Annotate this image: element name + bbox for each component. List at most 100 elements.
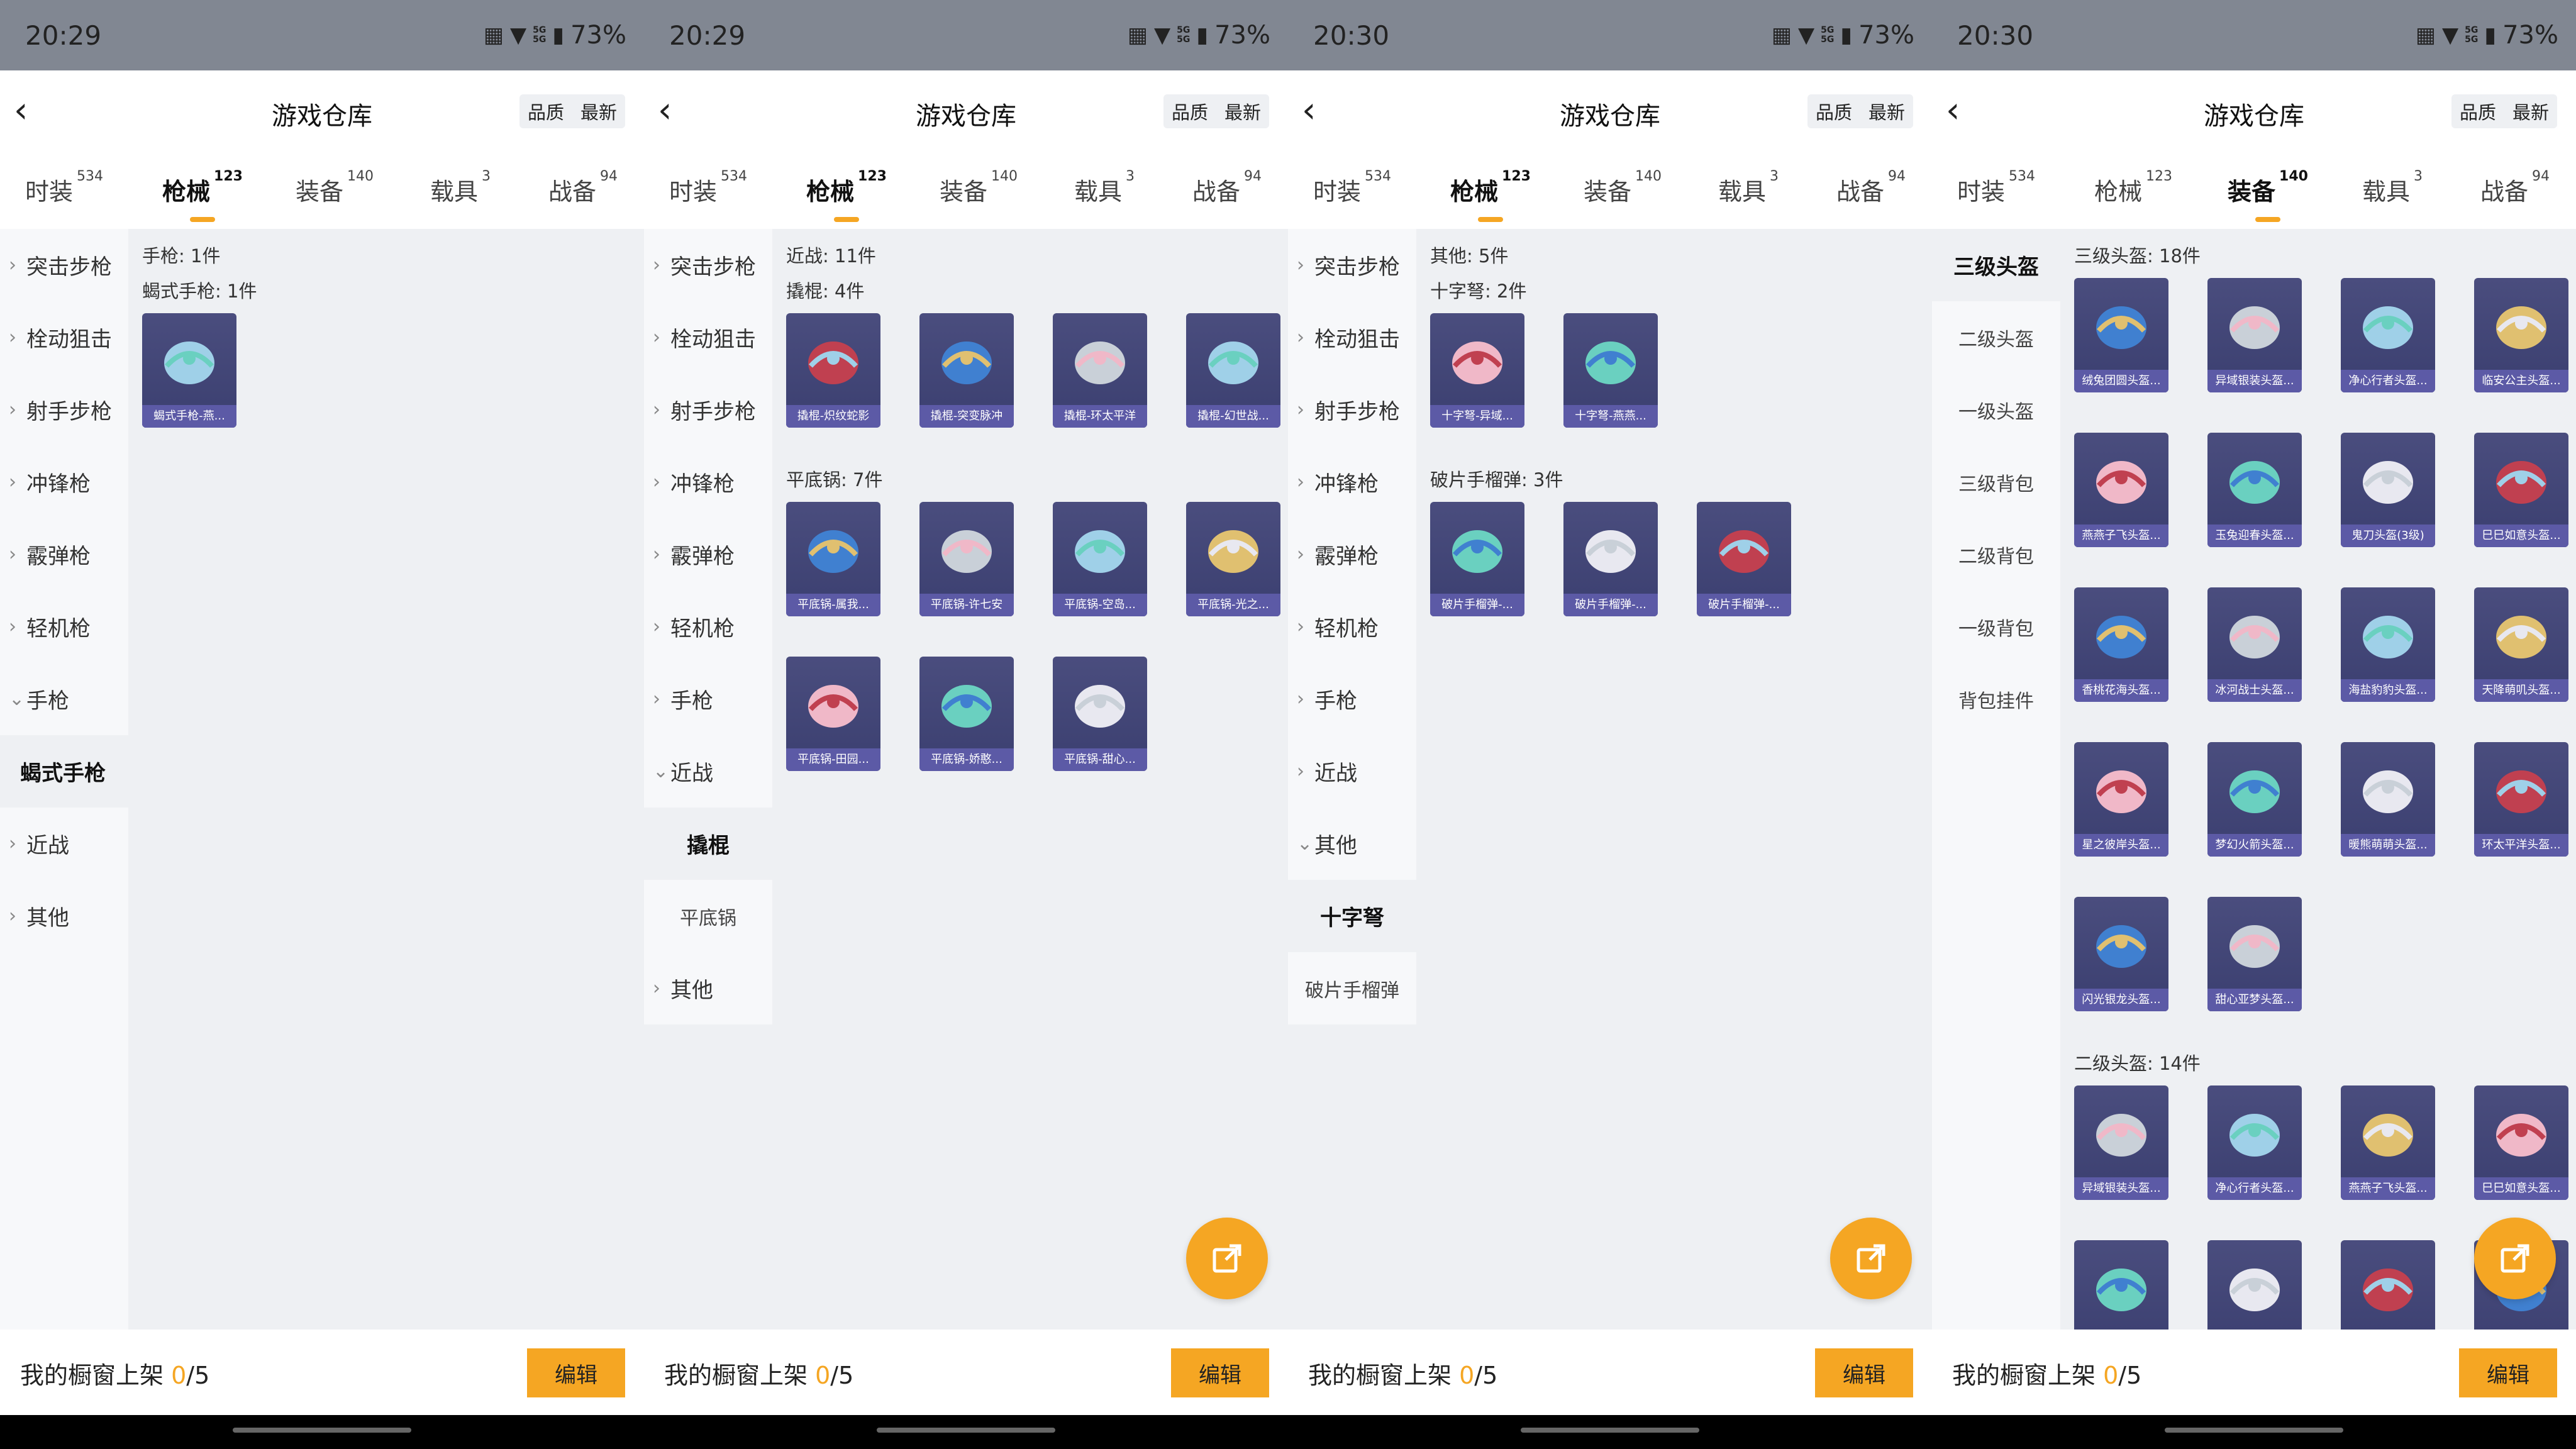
sidebar-item[interactable]: 背包挂件 (1932, 663, 2060, 735)
sidebar-item[interactable]: ⌄ 其他 (1288, 808, 1416, 880)
item-card[interactable]: 临安公主头盔... (2474, 278, 2568, 392)
item-card[interactable]: 天降萌叽头盔... (2474, 587, 2568, 702)
tab-3[interactable]: 载具3 (1074, 169, 1135, 207)
sidebar-item[interactable]: › 射手步枪 (0, 374, 128, 446)
sort-newest-button[interactable]: 最新 (580, 98, 617, 125)
sidebar-item[interactable]: › 冲锋枪 (644, 446, 772, 518)
sidebar-item[interactable]: 三级背包 (1932, 446, 2060, 518)
home-indicator[interactable] (2165, 1428, 2343, 1433)
item-card[interactable]: 甜心亚梦头盔... (2207, 897, 2302, 1011)
home-indicator[interactable] (1521, 1428, 1699, 1433)
sidebar-item[interactable]: › 轻机枪 (644, 591, 772, 663)
sidebar-item[interactable]: 一级头盔 (1932, 374, 2060, 446)
sort-quality-button[interactable]: 品质 (1172, 98, 1208, 125)
item-card[interactable]: 海盐豹豹头盔... (2341, 587, 2435, 702)
tab-1[interactable]: 枪械123 (2094, 169, 2172, 207)
item-card[interactable]: 平底锅-光之... (1186, 502, 1280, 616)
tab-2[interactable]: 装备140 (940, 169, 1018, 207)
sort-toggle[interactable]: 品质 最新 (519, 94, 625, 128)
home-indicator[interactable] (233, 1428, 411, 1433)
item-card[interactable]: 平底锅-属我... (786, 502, 880, 616)
sidebar-item[interactable]: › 霰弹枪 (0, 518, 128, 591)
item-card[interactable]: 星之彼岸头盔... (2074, 742, 2168, 857)
home-indicator[interactable] (877, 1428, 1055, 1433)
sidebar-item[interactable]: › 栓动狙击 (0, 301, 128, 374)
sidebar-item[interactable]: › 突击步枪 (1288, 229, 1416, 301)
sort-toggle[interactable]: 品质 最新 (1807, 94, 1913, 128)
item-card[interactable]: 平底锅-娇憨... (919, 657, 1014, 771)
item-card[interactable]: 破片手榴弹-... (1697, 502, 1791, 616)
item-card[interactable]: 环太平洋头盔... (2474, 742, 2568, 857)
item-card[interactable]: 鬼刀头盔(3级) (2341, 433, 2435, 547)
sidebar-item[interactable]: › 冲锋枪 (1288, 446, 1416, 518)
sidebar-item[interactable]: › 射手步枪 (1288, 374, 1416, 446)
sidebar-item[interactable]: 一级背包 (1932, 591, 2060, 663)
tab-2[interactable]: 装备140 (296, 169, 374, 207)
tab-0[interactable]: 时装534 (1313, 169, 1391, 207)
tab-4[interactable]: 战备94 (1192, 169, 1262, 207)
item-card[interactable]: 冰河战士头盔... (2207, 587, 2302, 702)
sidebar-item[interactable]: 二级头盔 (1932, 301, 2060, 374)
edit-button[interactable]: 编辑 (527, 1348, 625, 1397)
tab-0[interactable]: 时装534 (1957, 169, 2035, 207)
sidebar-item[interactable]: › 霰弹枪 (644, 518, 772, 591)
item-card[interactable]: 平底锅-许七安 (919, 502, 1014, 616)
item-card[interactable]: 巳巳如意头盔... (2474, 1085, 2568, 1200)
sort-quality-button[interactable]: 品质 (528, 98, 564, 125)
sidebar-item[interactable]: › 其他 (0, 880, 128, 952)
edit-button[interactable]: 编辑 (1171, 1348, 1269, 1397)
tab-0[interactable]: 时装534 (25, 169, 103, 207)
edit-button[interactable]: 编辑 (1815, 1348, 1913, 1397)
item-card[interactable]: 平底锅-甜心... (1053, 657, 1147, 771)
sort-newest-button[interactable]: 最新 (1224, 98, 1261, 125)
sidebar-item[interactable]: › 轻机枪 (1288, 591, 1416, 663)
sort-toggle[interactable]: 品质 最新 (2451, 94, 2557, 128)
item-card[interactable]: 梦幻火箭头盔... (2207, 742, 2302, 857)
tab-4[interactable]: 战备94 (548, 169, 618, 207)
tab-0[interactable]: 时装534 (669, 169, 747, 207)
item-card[interactable]: 撬棍-环太平洋 (1053, 313, 1147, 428)
sort-newest-button[interactable]: 最新 (2512, 98, 2549, 125)
sidebar-item[interactable]: › 突击步枪 (0, 229, 128, 301)
sort-quality-button[interactable]: 品质 (2460, 98, 2496, 125)
sidebar-item[interactable]: › 栓动狙击 (644, 301, 772, 374)
tab-4[interactable]: 战备94 (2480, 169, 2550, 207)
item-card[interactable]: 破片手榴弹-... (1563, 502, 1658, 616)
sidebar-item[interactable]: 撬棍 (644, 808, 772, 880)
item-card[interactable]: 十字弩-异域... (1430, 313, 1524, 428)
item-card[interactable]: 玉兔迎春头盔... (2207, 433, 2302, 547)
item-card[interactable]: 巳巳如意头盔... (2474, 433, 2568, 547)
sidebar-item[interactable]: 十字弩 (1288, 880, 1416, 952)
sidebar-item[interactable]: › 栓动狙击 (1288, 301, 1416, 374)
share-button[interactable] (1186, 1218, 1268, 1299)
item-card[interactable]: 闪光银龙头盔... (2074, 897, 2168, 1011)
sidebar-item[interactable]: › 手枪 (1288, 663, 1416, 735)
item-card[interactable]: 燕燕子飞头盔... (2341, 1085, 2435, 1200)
share-button[interactable] (2474, 1218, 2556, 1299)
item-card[interactable]: 绒兔团圆头盔... (2074, 278, 2168, 392)
tab-1[interactable]: 枪械123 (162, 169, 243, 222)
item-card[interactable]: 蝎式手枪-燕... (142, 313, 236, 428)
sidebar-item[interactable]: › 近战 (1288, 735, 1416, 808)
item-card[interactable]: 异域银装头盔... (2074, 1085, 2168, 1200)
sidebar-item[interactable]: › 轻机枪 (0, 591, 128, 663)
item-card[interactable]: 净心行者头盔... (2341, 278, 2435, 392)
sort-newest-button[interactable]: 最新 (1868, 98, 1905, 125)
sidebar-item[interactable]: › 冲锋枪 (0, 446, 128, 518)
item-card[interactable]: 平底锅-空岛... (1053, 502, 1147, 616)
tab-3[interactable]: 载具3 (2362, 169, 2423, 207)
item-card[interactable]: 破片手榴弹-... (1430, 502, 1524, 616)
sidebar-item[interactable]: › 霰弹枪 (1288, 518, 1416, 591)
sidebar-item[interactable]: 二级背包 (1932, 518, 2060, 591)
sidebar-item[interactable]: 蝎式手枪 (0, 735, 128, 808)
tab-3[interactable]: 载具3 (430, 169, 491, 207)
sidebar-item[interactable]: › 射手步枪 (644, 374, 772, 446)
item-card[interactable]: 撬棍-突变脉冲 (919, 313, 1014, 428)
item-card[interactable]: 净心行者头盔... (2207, 1085, 2302, 1200)
sort-toggle[interactable]: 品质 最新 (1163, 94, 1269, 128)
sidebar-item[interactable]: ⌄ 手枪 (0, 663, 128, 735)
tab-4[interactable]: 战备94 (1836, 169, 1906, 207)
item-card[interactable]: 燕燕子飞头盔... (2074, 433, 2168, 547)
item-card[interactable]: 平底锅-田园... (786, 657, 880, 771)
item-card[interactable]: 暖熊萌萌头盔... (2341, 742, 2435, 857)
